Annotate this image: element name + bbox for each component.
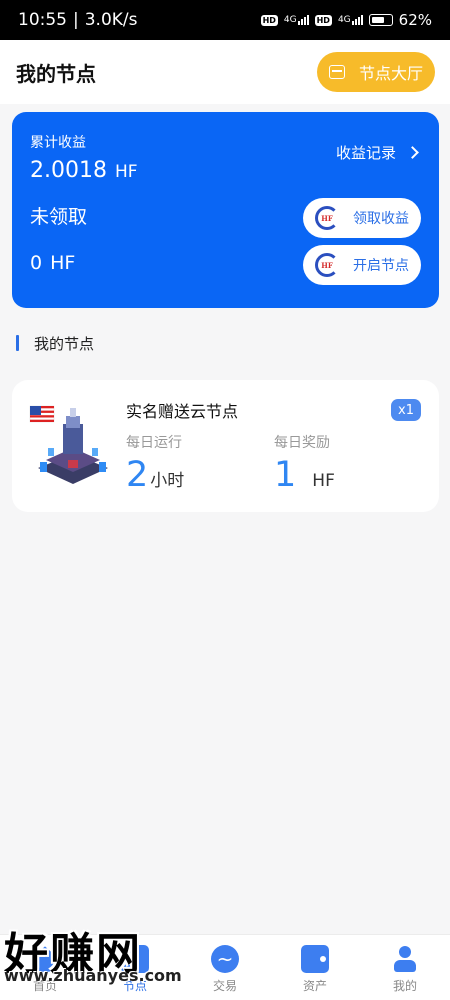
tab-assets-label: 资产 xyxy=(302,979,327,993)
wallet-icon xyxy=(301,945,329,973)
hf-logo-text: HF xyxy=(321,260,333,270)
tab-mine-label: 我的 xyxy=(392,979,417,993)
section-accent-bar xyxy=(16,335,19,351)
signal-icon-1: 4G xyxy=(284,15,309,25)
tab-nodes-label: 节点 xyxy=(122,979,147,993)
page-title: 我的节点 xyxy=(16,61,96,86)
tab-nodes[interactable]: 节点 xyxy=(90,935,180,1000)
hf-logo-text: HF xyxy=(321,213,333,223)
network-type-1: 4G xyxy=(283,15,297,25)
tab-home-label: 首页 xyxy=(32,979,57,993)
signal-icon-2: 4G xyxy=(338,15,363,25)
daily-run-unit: 小时 xyxy=(150,471,185,491)
node-card[interactable]: 实名赠送云节点 x1 每日运行 2 小时 每日奖励 1 HF xyxy=(12,380,439,512)
total-earnings-label: 累计收益 xyxy=(30,135,86,151)
chevron-right-icon xyxy=(406,146,419,159)
total-earnings: 2.0018 HF xyxy=(30,158,138,183)
hd-badge-1: HD xyxy=(260,14,278,26)
earnings-record-link[interactable]: 收益记录 xyxy=(335,142,419,163)
home-icon xyxy=(32,946,58,972)
daily-run-metric: 2 小时 xyxy=(126,455,184,495)
tab-home[interactable]: 首页 xyxy=(0,935,90,1000)
earnings-card: 累计收益 2.0018 HF 收益记录 未领取 0 HF HF 领取收益 HF 开启… xyxy=(12,112,439,308)
my-nodes-section-title: 我的节点 xyxy=(16,333,94,353)
daily-reward-unit: HF xyxy=(312,471,335,491)
daily-run-label: 每日运行 xyxy=(126,435,182,451)
claim-earnings-label: 领取收益 xyxy=(353,211,409,227)
daily-reward-metric: 1 HF xyxy=(274,455,335,495)
server-node-illustration xyxy=(29,405,108,484)
status-divider: | xyxy=(73,10,79,30)
section-title-text: 我的节点 xyxy=(34,334,95,353)
unclaimed-unit: HF xyxy=(50,252,76,274)
node-name: 实名赠送云节点 xyxy=(126,402,239,421)
status-right: HD 4G HD 4G 62% xyxy=(260,11,432,29)
status-bar: 10:55 | 3.0K/s HD 4G HD 4G 62% xyxy=(0,0,450,40)
status-time: 10:55 xyxy=(18,10,67,30)
tab-trade-label: 交易 xyxy=(212,979,237,993)
bottom-tab-bar: 首页 节点 交易 资产 我的 xyxy=(0,934,450,1000)
daily-run-value: 2 xyxy=(126,455,149,495)
status-speed: 3.0K/s xyxy=(84,10,138,30)
network-type-2: 4G xyxy=(337,15,351,25)
battery-level: 62% xyxy=(398,11,432,29)
hf-logo-icon: HF xyxy=(315,206,339,230)
unclaimed-amount: 0 HF xyxy=(30,252,75,274)
tab-trade[interactable]: 交易 xyxy=(180,935,270,1000)
unclaimed-label: 未领取 xyxy=(30,206,88,228)
hd-badge-2: HD xyxy=(314,14,332,26)
daily-reward-value: 1 xyxy=(274,455,297,495)
trade-icon xyxy=(211,945,239,973)
battery-icon xyxy=(368,14,393,26)
us-flag-icon xyxy=(29,405,55,423)
node-icon xyxy=(121,945,149,973)
earnings-record-label: 收益记录 xyxy=(335,144,396,162)
daily-reward-label: 每日奖励 xyxy=(274,435,330,451)
page-header: 我的节点 节点大厅 xyxy=(0,40,450,104)
node-hall-button[interactable]: 节点大厅 xyxy=(317,52,435,92)
hf-logo-icon: HF xyxy=(315,253,339,277)
tab-assets[interactable]: 资产 xyxy=(270,935,360,1000)
total-earnings-value: 2.0018 xyxy=(30,158,107,183)
store-icon xyxy=(328,65,345,79)
open-node-label: 开启节点 xyxy=(353,258,409,274)
total-earnings-unit: HF xyxy=(114,162,138,182)
unclaimed-value: 0 xyxy=(30,252,43,274)
open-node-button[interactable]: HF 开启节点 xyxy=(303,245,421,285)
node-count-badge: x1 xyxy=(391,399,421,421)
user-icon xyxy=(391,945,419,973)
node-hall-label: 节点大厅 xyxy=(358,64,423,83)
tab-mine[interactable]: 我的 xyxy=(360,935,450,1000)
claim-earnings-button[interactable]: HF 领取收益 xyxy=(303,198,421,238)
status-left: 10:55 | 3.0K/s xyxy=(18,10,138,30)
